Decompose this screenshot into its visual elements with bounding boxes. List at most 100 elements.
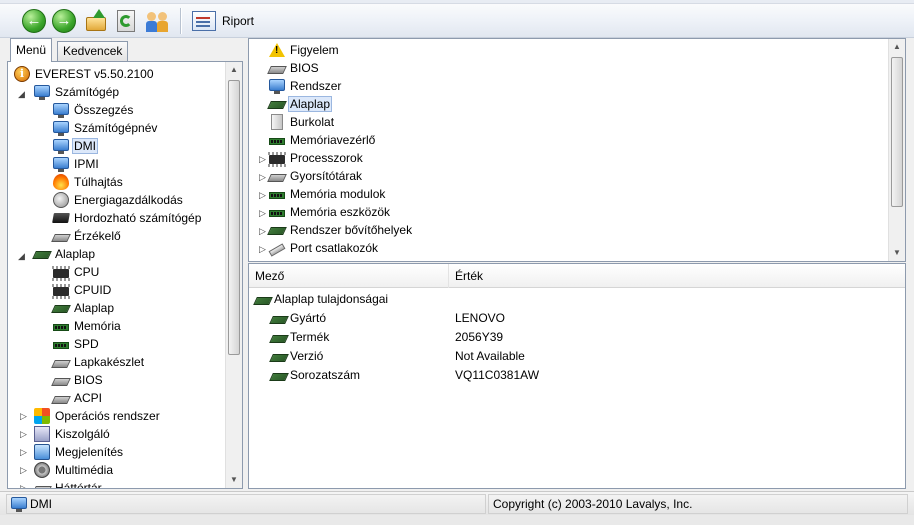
tree-item-sensor[interactable]: Érzékelő — [51, 227, 123, 245]
expand-arrow-icon[interactable]: ▷ — [259, 209, 268, 218]
expand-arrow-icon[interactable]: ▷ — [20, 430, 29, 439]
tree-item-multimedia[interactable]: Multimédia — [34, 461, 115, 479]
column-header-field[interactable]: Mező — [249, 264, 449, 288]
tree-item-computer[interactable]: Számítógép — [34, 83, 121, 101]
category-item[interactable]: Rendszer bővítőhelyek — [267, 221, 414, 239]
forward-arrow-icon[interactable]: → — [52, 9, 76, 33]
refresh-icon[interactable] — [114, 9, 138, 33]
table-row[interactable]: Sorozatszám — [269, 366, 360, 385]
menu-tree: i EVEREST v5.50.2100 ◢ Számítógép Összeg… — [7, 61, 243, 489]
category-item[interactable]: BIOS — [267, 59, 321, 77]
tree-item-display[interactable]: Megjelenítés — [34, 443, 125, 461]
tree-item-cpuid[interactable]: CPUID — [52, 281, 113, 299]
category-item[interactable]: Port csatlakozók — [268, 239, 380, 257]
tree-item-dmi[interactable]: DMI — [53, 137, 98, 155]
toolbar-separator — [180, 8, 182, 34]
tab-favorites[interactable]: Kedvencek — [57, 41, 129, 61]
tree-item-cpu[interactable]: CPU — [52, 263, 101, 281]
category-item[interactable]: Gyorsítótárak — [267, 167, 364, 185]
tree-item-computer-name[interactable]: Számítógépnév — [53, 119, 159, 137]
tree-label: CPUID — [74, 283, 112, 297]
tree-item-os[interactable]: Operációs rendszer — [34, 407, 162, 425]
field-value: Not Available — [455, 349, 525, 363]
category-item[interactable]: Memória modulok — [269, 185, 387, 203]
tree-item-acpi[interactable]: ACPI — [51, 389, 104, 407]
tree-item-summary[interactable]: Összegzés — [53, 101, 135, 119]
users-icon[interactable] — [146, 9, 170, 33]
category-label: Burkolat — [290, 115, 335, 129]
tree-item-spd[interactable]: SPD — [53, 335, 101, 353]
tree-item-memory[interactable]: Memória — [53, 317, 123, 335]
motherboard-icon — [267, 101, 287, 109]
cpu-icon — [52, 265, 70, 281]
expand-arrow-icon[interactable]: ▷ — [20, 484, 29, 489]
flame-icon — [53, 174, 69, 190]
toolbar: ← → Riport — [0, 0, 914, 38]
expand-arrow-icon[interactable]: ▷ — [259, 191, 268, 200]
scroll-up-arrow-icon[interactable]: ▲ — [226, 62, 242, 78]
windows-icon — [34, 408, 50, 424]
category-scrollbar[interactable]: ▲ ▼ — [888, 39, 905, 261]
collapse-arrow-icon[interactable]: ◢ — [18, 252, 27, 261]
warning-icon: ! — [269, 42, 285, 58]
motherboard-icon — [51, 305, 71, 313]
tree-item-overclock[interactable]: Túlhajtás — [53, 173, 125, 191]
category-item[interactable]: Rendszer — [269, 77, 343, 95]
table-row[interactable]: Gyártó — [269, 309, 326, 328]
expand-arrow-icon[interactable]: ▷ — [20, 466, 29, 475]
field-value: VQ11C0381AW — [455, 368, 540, 382]
scroll-down-arrow-icon[interactable]: ▼ — [889, 245, 905, 261]
tree-item-portable[interactable]: Hordozható számítógép — [52, 209, 203, 227]
report-label: Riport — [222, 14, 255, 28]
category-item[interactable]: Memória eszközök — [269, 203, 392, 221]
scroll-up-arrow-icon[interactable]: ▲ — [889, 39, 905, 55]
category-item[interactable]: Memóriavezérlő — [269, 131, 377, 149]
bios-chip-icon — [51, 377, 71, 386]
list-group-header[interactable]: Alaplap tulajdonságai — [253, 290, 388, 309]
report-button[interactable]: Riport — [188, 9, 258, 33]
tree-item-power[interactable]: Energiagazdálkodás — [53, 191, 185, 209]
scroll-down-arrow-icon[interactable]: ▼ — [226, 472, 242, 488]
tree-item-chipset[interactable]: Lapkakészlet — [51, 353, 146, 371]
tree-label: ACPI — [74, 391, 103, 405]
memory-icon — [269, 138, 285, 145]
expand-arrow-icon[interactable]: ▷ — [259, 155, 268, 164]
port-icon — [268, 243, 286, 257]
tree-root[interactable]: i EVEREST v5.50.2100 — [14, 65, 156, 83]
category-label: BIOS — [290, 61, 319, 75]
category-item[interactable]: ! Figyelem — [269, 41, 341, 59]
memory-icon — [269, 192, 285, 199]
tree-item-ipmi[interactable]: IPMI — [53, 155, 101, 173]
table-row[interactable]: Termék — [269, 328, 329, 347]
field-value: 2056Y39 — [455, 330, 504, 344]
category-item[interactable]: Processzorok — [268, 149, 365, 167]
back-arrow-icon[interactable]: ← — [22, 9, 46, 33]
collapse-arrow-icon[interactable]: ◢ — [18, 90, 27, 99]
tree-item-motherboard[interactable]: Alaplap — [51, 299, 116, 317]
report-icon — [192, 11, 216, 31]
cache-icon — [267, 173, 287, 182]
status-left: DMI — [6, 494, 486, 514]
cpu-icon — [52, 283, 70, 299]
tree-item-storage[interactable]: Háttértár — [32, 479, 104, 488]
category-item[interactable]: Burkolat — [269, 113, 336, 131]
computer-icon — [53, 103, 69, 118]
tree-item-bios[interactable]: BIOS — [51, 371, 105, 389]
category-label: Processzorok — [290, 151, 363, 165]
tree-scrollbar[interactable]: ▲ ▼ — [225, 62, 242, 488]
status-right: Copyright (c) 2003-2010 Lavalys, Inc. — [488, 494, 908, 514]
table-row[interactable]: Verzió — [269, 347, 323, 366]
expand-arrow-icon[interactable]: ▷ — [20, 412, 29, 421]
category-item-selected[interactable]: Alaplap — [267, 95, 333, 113]
detail-list: Mező Érték Alaplap tulajdonságai Gyártó … — [248, 263, 906, 489]
expand-arrow-icon[interactable]: ▷ — [259, 245, 268, 254]
tree-item-motherboard-group[interactable]: Alaplap — [32, 245, 97, 263]
tree-item-server[interactable]: Kiszolgáló — [34, 425, 112, 443]
scroll-thumb[interactable] — [891, 57, 903, 207]
tab-menu[interactable]: Menü — [10, 38, 53, 62]
scroll-thumb[interactable] — [228, 80, 240, 355]
folder-up-icon[interactable] — [84, 9, 108, 33]
column-header-value[interactable]: Érték — [449, 264, 905, 288]
category-list: ! Figyelem BIOS Rendszer Alaplap Burkola… — [248, 38, 906, 262]
expand-arrow-icon[interactable]: ▷ — [20, 448, 29, 457]
